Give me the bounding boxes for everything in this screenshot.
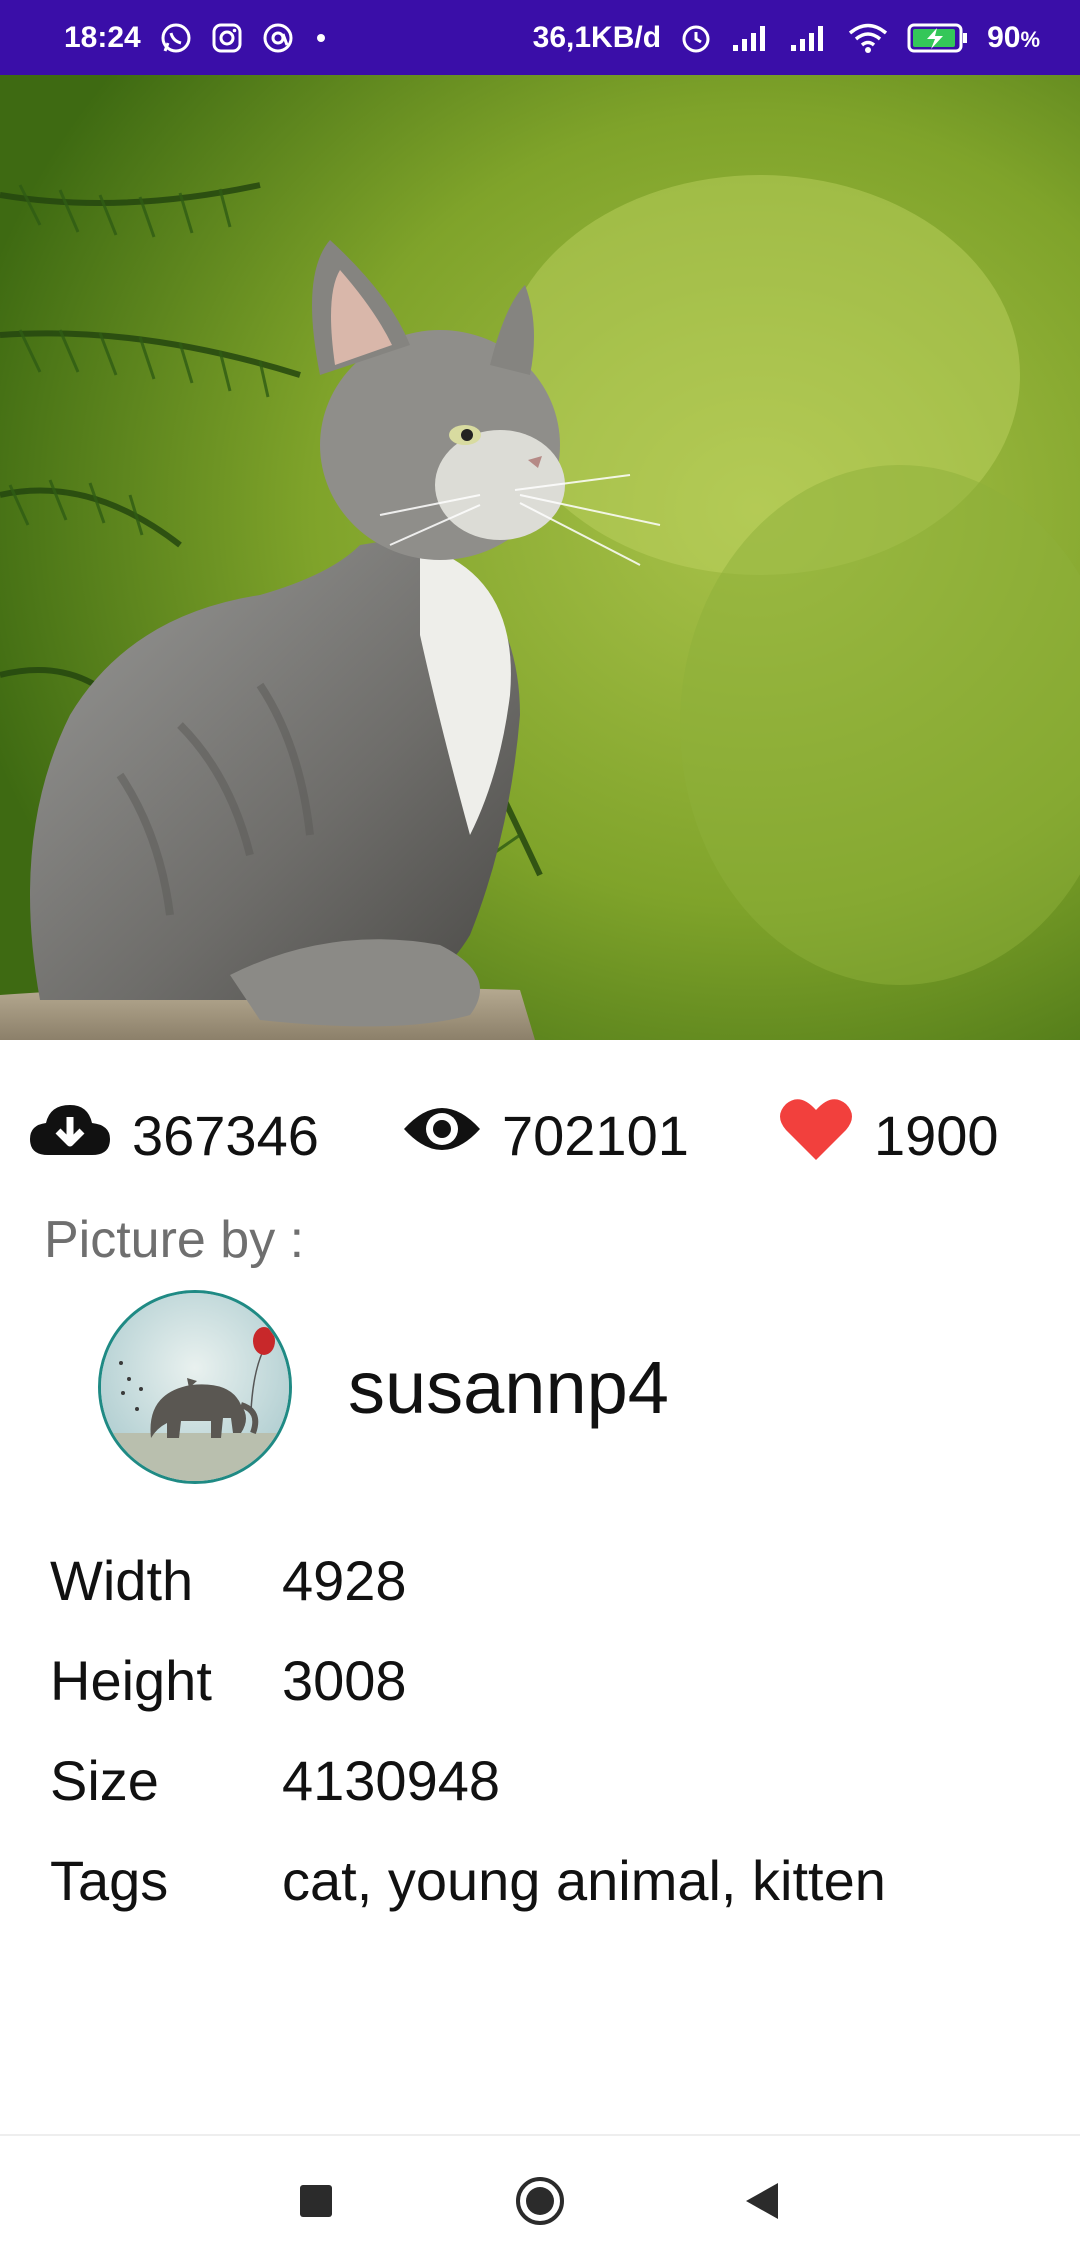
status-bar-left: 18:24 [64,21,329,55]
detail-value: 4928 [282,1548,407,1612]
detail-row-height: Height 3008 [50,1630,1050,1730]
detail-value: 4130948 [282,1748,501,1812]
wifi-icon [847,22,889,54]
whatsapp-icon [159,21,193,55]
dot-icon [313,30,329,46]
views-stat: 702101 [402,1085,689,1185]
status-bar-right: 36,1KB/d 90% [533,21,1040,55]
detail-row-width: Width 4928 [50,1530,1050,1630]
eye-icon [402,1101,482,1170]
hero-image [0,75,1080,1040]
circle-icon [516,2177,564,2225]
status-bar: 18:24 36,1KB/d 90% [0,0,1080,75]
recents-button[interactable] [280,2136,352,2266]
square-icon [300,2185,332,2217]
navigation-bar [0,2134,1080,2264]
back-button[interactable] [726,2136,798,2266]
details-table: Width 4928 Height 3008 Size 4130948 Tags… [50,1530,1050,1930]
triangle-back-icon [746,2183,778,2219]
threads-icon [261,21,295,55]
signal-icon [731,23,771,53]
cloud-download-icon [28,1099,112,1172]
likes-count: 1900 [874,1103,999,1167]
detail-value: 3008 [282,1648,407,1712]
status-time: 18:24 [64,20,141,54]
stats-row: 367346 702101 1900 [0,1085,1080,1185]
alarm-icon [679,21,713,55]
network-speed: 36,1KB/d [532,20,662,54]
detail-row-tags: Tags cat, young animal, kitten [50,1830,1050,1930]
detail-label: Height [50,1648,212,1712]
likes-stat: 1900 [778,1085,999,1185]
views-count: 702101 [502,1103,689,1167]
instagram-icon [211,22,243,54]
battery-level: 90% [987,21,1040,55]
heart-icon [778,1096,854,1175]
detail-label: Width [50,1548,194,1612]
detail-value: cat, young animal, kitten [282,1848,886,1912]
battery-percent: 90 [987,20,1021,54]
detail-row-size: Size 4130948 [50,1730,1050,1830]
detail-label: Size [50,1748,159,1812]
author-row[interactable]: susannp4 [98,1290,669,1484]
battery-unit: % [1020,26,1040,52]
downloads-count: 367346 [132,1103,319,1167]
avatar[interactable] [98,1290,292,1484]
home-button[interactable] [500,2136,580,2266]
cat-photo [0,75,1080,1040]
detail-label: Tags [50,1848,169,1912]
picture-by-label: Picture by : [44,1211,305,1269]
author-name[interactable]: susannp4 [348,1345,669,1430]
downloads-stat: 367346 [28,1085,319,1185]
battery-charging-icon [907,22,969,54]
signal-icon [789,23,829,53]
